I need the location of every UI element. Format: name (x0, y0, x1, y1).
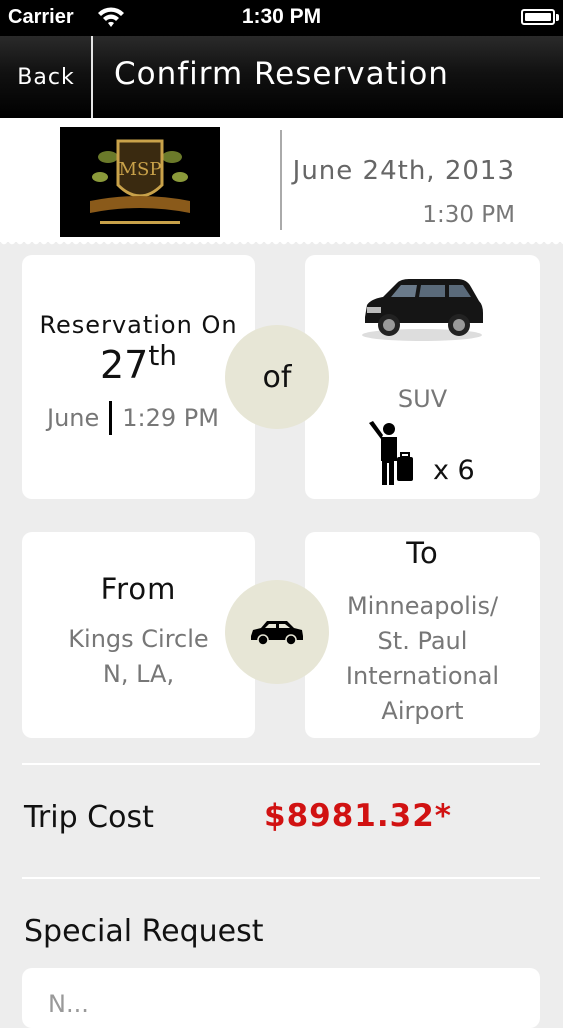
page-title: Confirm Reservation (114, 56, 449, 92)
header-time: 1:30 PM (422, 202, 515, 228)
reservation-month-time: June 1:29 PM (47, 401, 219, 435)
status-bar: Carrier 1:30 PM (0, 0, 563, 36)
company-logo: MSP (60, 127, 220, 237)
trip-cost-value: $8981.32* (264, 798, 452, 834)
header-band: MSP June 24th, 2013 1:30 PM (0, 118, 563, 247)
to-card: To Minneapolis/ St. Paul International A… (305, 532, 540, 738)
header-divider (280, 130, 282, 230)
to-address-line4: Airport (381, 697, 464, 725)
trip-cost-label: Trip Cost (24, 800, 154, 835)
to-address-line3: International (345, 662, 500, 690)
reservation-title: Reservation On (39, 311, 238, 339)
car-icon (251, 621, 303, 646)
back-button[interactable]: Back (0, 36, 92, 118)
to-heading: To (406, 536, 439, 570)
header-date: June 24th, 2013 (292, 156, 515, 186)
day-number: 27 (99, 343, 149, 387)
route-connector (225, 580, 329, 684)
svg-text:MSP: MSP (119, 159, 162, 180)
vehicle-card: SUV x 6 (305, 255, 540, 499)
day-suffix: th (148, 339, 178, 372)
reservation-date-card: Reservation On 27th June 1:29 PM (22, 255, 255, 499)
reservation-month: June (47, 404, 100, 432)
divider (22, 877, 540, 879)
to-address-line1: Minneapolis/ (346, 592, 499, 620)
from-heading: From (100, 572, 177, 606)
divider (22, 763, 540, 765)
suv-icon (362, 279, 483, 341)
reservation-time: 1:29 PM (122, 404, 219, 432)
from-card: From Kings Circle N, LA, (22, 532, 255, 738)
from-address-line2: N, LA, (102, 660, 175, 688)
vehicle-type: SUV (397, 385, 448, 413)
of-connector: of (225, 325, 329, 429)
from-address-line1: Kings Circle (68, 625, 209, 653)
connector-text: of (262, 359, 292, 395)
special-request-text: N... (48, 990, 89, 1018)
battery-icon (521, 9, 559, 25)
passenger-count: x 6 (433, 455, 475, 486)
special-request-input[interactable]: N... (22, 968, 540, 1028)
passenger-luggage-icon (369, 421, 413, 485)
to-address-line2: St. Paul (377, 627, 468, 655)
navigation-bar: Back Confirm Reservation (0, 36, 563, 118)
separator-bar (109, 401, 113, 435)
nav-divider (91, 36, 93, 118)
reservation-day: 27th (22, 339, 255, 387)
special-request-label: Special Request (24, 914, 264, 949)
status-time: 1:30 PM (241, 5, 322, 28)
